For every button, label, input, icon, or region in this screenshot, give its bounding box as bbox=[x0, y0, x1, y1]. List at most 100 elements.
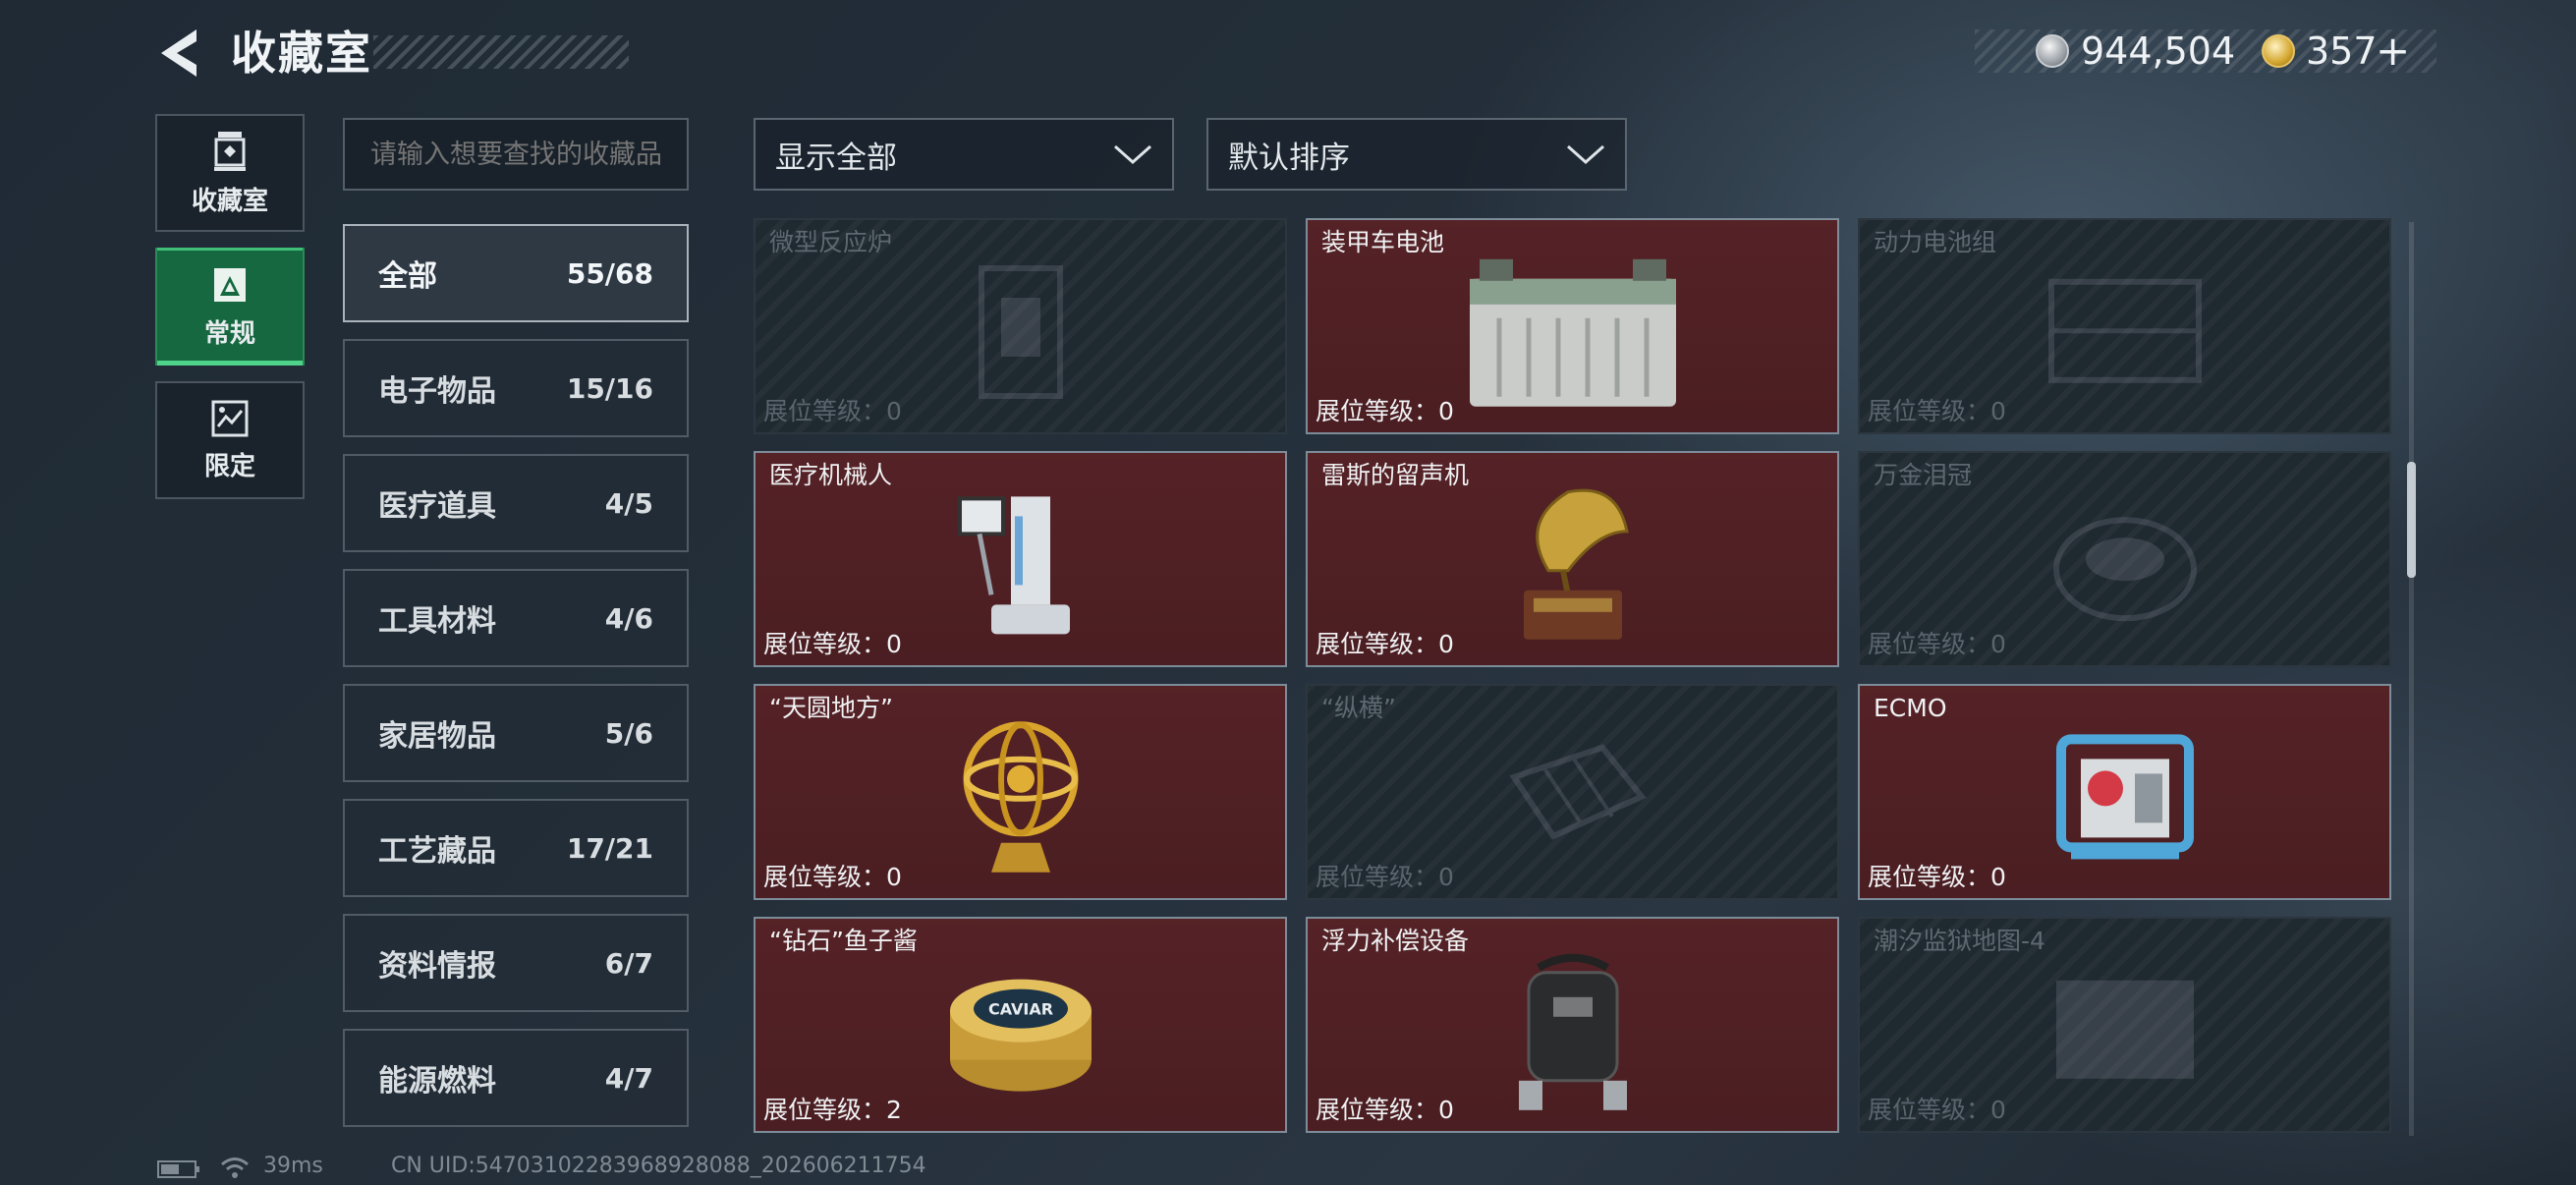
collectible-card[interactable]: 微型反应炉 展位等级：0 bbox=[754, 218, 1287, 434]
regular-icon bbox=[214, 267, 246, 302]
item-level: 展位等级：0 bbox=[1868, 1094, 2006, 1127]
category-count: 4/7 bbox=[604, 1061, 653, 1095]
level-label: 展位等级： bbox=[1868, 630, 1991, 658]
level-value: 0 bbox=[1990, 1096, 2006, 1124]
item-level: 展位等级：0 bbox=[763, 628, 902, 661]
wifi-icon bbox=[221, 1157, 249, 1178]
ping-indicator: 39ms bbox=[263, 1154, 323, 1178]
map-icon bbox=[2055, 980, 2194, 1079]
category-home[interactable]: 家居物品 5/6 bbox=[343, 684, 689, 782]
tin-label: CAVIAR bbox=[987, 1000, 1052, 1019]
category-label: 资料情报 bbox=[378, 949, 496, 984]
collectible-card[interactable]: CAVIAR “钻石”鱼子酱 展位等级：2 bbox=[754, 917, 1287, 1133]
category-medical[interactable]: 医疗道具 4/5 bbox=[343, 454, 689, 552]
show-filter-value: 显示全部 bbox=[775, 140, 897, 176]
collectible-card[interactable]: 雷斯的留声机 展位等级：0 bbox=[1306, 451, 1839, 667]
category-label: 医疗道具 bbox=[378, 489, 496, 524]
collectible-card[interactable]: 万金泪冠 展位等级：0 bbox=[1858, 451, 2391, 667]
item-name: 雷斯的留声机 bbox=[1321, 461, 1470, 489]
item-level: 展位等级：0 bbox=[1316, 628, 1454, 661]
silver-coin-icon bbox=[2036, 34, 2069, 68]
collectible-card[interactable]: 浮力补偿设备 展位等级：0 bbox=[1306, 917, 1839, 1133]
level-value: 0 bbox=[886, 397, 902, 425]
level-value: 0 bbox=[1438, 1096, 1454, 1124]
level-value: 0 bbox=[1438, 863, 1454, 891]
sort-dropdown[interactable]: 默认排序 bbox=[1206, 118, 1627, 191]
item-name: 动力电池组 bbox=[1874, 228, 1997, 256]
level-label: 展位等级： bbox=[1868, 863, 1991, 891]
item-name: 万金泪冠 bbox=[1874, 461, 1973, 489]
level-label: 展位等级： bbox=[1316, 630, 1439, 658]
title-decoration bbox=[373, 35, 629, 69]
add-currency-button[interactable]: + bbox=[2376, 24, 2410, 79]
category-all[interactable]: 全部 55/68 bbox=[343, 224, 689, 322]
category-label: 全部 bbox=[378, 259, 437, 294]
level-value: 0 bbox=[1990, 397, 2006, 425]
level-label: 展位等级： bbox=[763, 397, 887, 425]
level-label: 展位等级： bbox=[1316, 863, 1439, 891]
category-count: 5/6 bbox=[604, 716, 653, 750]
category-intel[interactable]: 资料情报 6/7 bbox=[343, 914, 689, 1012]
silver-currency-amount: 944,504 bbox=[2081, 29, 2236, 73]
ecmo-machine-icon bbox=[2055, 734, 2194, 860]
sort-value: 默认排序 bbox=[1228, 140, 1350, 176]
category-label: 工具材料 bbox=[378, 604, 496, 639]
gramophone-icon bbox=[1523, 488, 1629, 640]
nav-tab-regular[interactable]: 常规 bbox=[155, 248, 305, 366]
category-count: 55/68 bbox=[566, 256, 653, 290]
chessboard-icon bbox=[1508, 744, 1647, 840]
gold-coin-icon bbox=[2262, 34, 2295, 68]
item-name: “天圆地方” bbox=[769, 694, 893, 722]
nav-tab-collection-room[interactable]: 收藏室 bbox=[155, 114, 305, 232]
category-count: 4/6 bbox=[604, 601, 653, 635]
scrollbar-track[interactable] bbox=[2409, 222, 2414, 1136]
battery-status-icon bbox=[157, 1160, 199, 1178]
level-label: 展位等级： bbox=[1316, 397, 1439, 425]
level-label: 展位等级： bbox=[763, 1096, 887, 1124]
category-electronics[interactable]: 电子物品 15/16 bbox=[343, 339, 689, 437]
item-name: 医疗机械人 bbox=[769, 461, 893, 489]
level-label: 展位等级： bbox=[763, 863, 887, 891]
category-crafts[interactable]: 工艺藏品 17/21 bbox=[343, 799, 689, 897]
category-count: 17/21 bbox=[566, 831, 653, 865]
page-title: 收藏室 bbox=[231, 27, 372, 80]
scrollbar-thumb[interactable] bbox=[2407, 462, 2416, 578]
back-arrow-icon[interactable] bbox=[157, 28, 202, 79]
crown-icon bbox=[2052, 517, 2197, 622]
category-label: 家居物品 bbox=[378, 719, 496, 754]
level-value: 0 bbox=[1438, 630, 1454, 658]
collectible-card[interactable]: 潮汐监狱地图-4 展位等级：0 bbox=[1858, 917, 2391, 1133]
collectible-card[interactable]: 医疗机械人 展位等级：0 bbox=[754, 451, 1287, 667]
level-label: 展位等级： bbox=[1868, 1096, 1991, 1124]
category-energy[interactable]: 能源燃料 4/7 bbox=[343, 1029, 689, 1127]
chevron-down-icon bbox=[1114, 144, 1151, 165]
search-input[interactable] bbox=[343, 118, 689, 191]
category-count: 6/7 bbox=[604, 946, 653, 980]
uid-text: CN UID:5470310228396892808​8_20260621175… bbox=[391, 1154, 926, 1178]
item-level: 展位等级：0 bbox=[1868, 861, 2006, 894]
nav-tab-label: 限定 bbox=[203, 451, 255, 481]
item-level: 展位等级：0 bbox=[1316, 395, 1454, 428]
item-level: 展位等级：0 bbox=[763, 861, 902, 894]
nav-tab-label: 常规 bbox=[203, 318, 255, 349]
collectible-card[interactable]: “天圆地方” 展位等级：0 bbox=[754, 684, 1287, 900]
collectible-card[interactable]: 动力电池组 展位等级：0 bbox=[1858, 218, 2391, 434]
nav-tab-label: 收藏室 bbox=[191, 186, 268, 216]
item-level: 展位等级：0 bbox=[1868, 395, 2006, 428]
item-name: 浮力补偿设备 bbox=[1321, 927, 1470, 955]
nav-tab-limited[interactable]: 限定 bbox=[155, 381, 305, 499]
battery-pack-icon bbox=[2047, 278, 2202, 383]
category-tools[interactable]: 工具材料 4/6 bbox=[343, 569, 689, 667]
collectible-card[interactable]: “纵横” 展位等级：0 bbox=[1306, 684, 1839, 900]
level-value: 0 bbox=[1438, 397, 1454, 425]
collectible-card[interactable]: ECMO 展位等级：0 bbox=[1858, 684, 2391, 900]
category-label: 能源燃料 bbox=[378, 1064, 496, 1099]
level-value: 2 bbox=[886, 1096, 902, 1124]
item-level: 展位等级：0 bbox=[1316, 861, 1454, 894]
item-level: 展位等级：0 bbox=[1316, 1094, 1454, 1127]
show-filter-dropdown[interactable]: 显示全部 bbox=[754, 118, 1174, 191]
armillary-sphere-icon bbox=[963, 721, 1078, 873]
level-value: 0 bbox=[1990, 630, 2006, 658]
collectible-card[interactable]: 装甲车电池 展位等级：0 bbox=[1306, 218, 1839, 434]
level-label: 展位等级： bbox=[1316, 1096, 1439, 1124]
